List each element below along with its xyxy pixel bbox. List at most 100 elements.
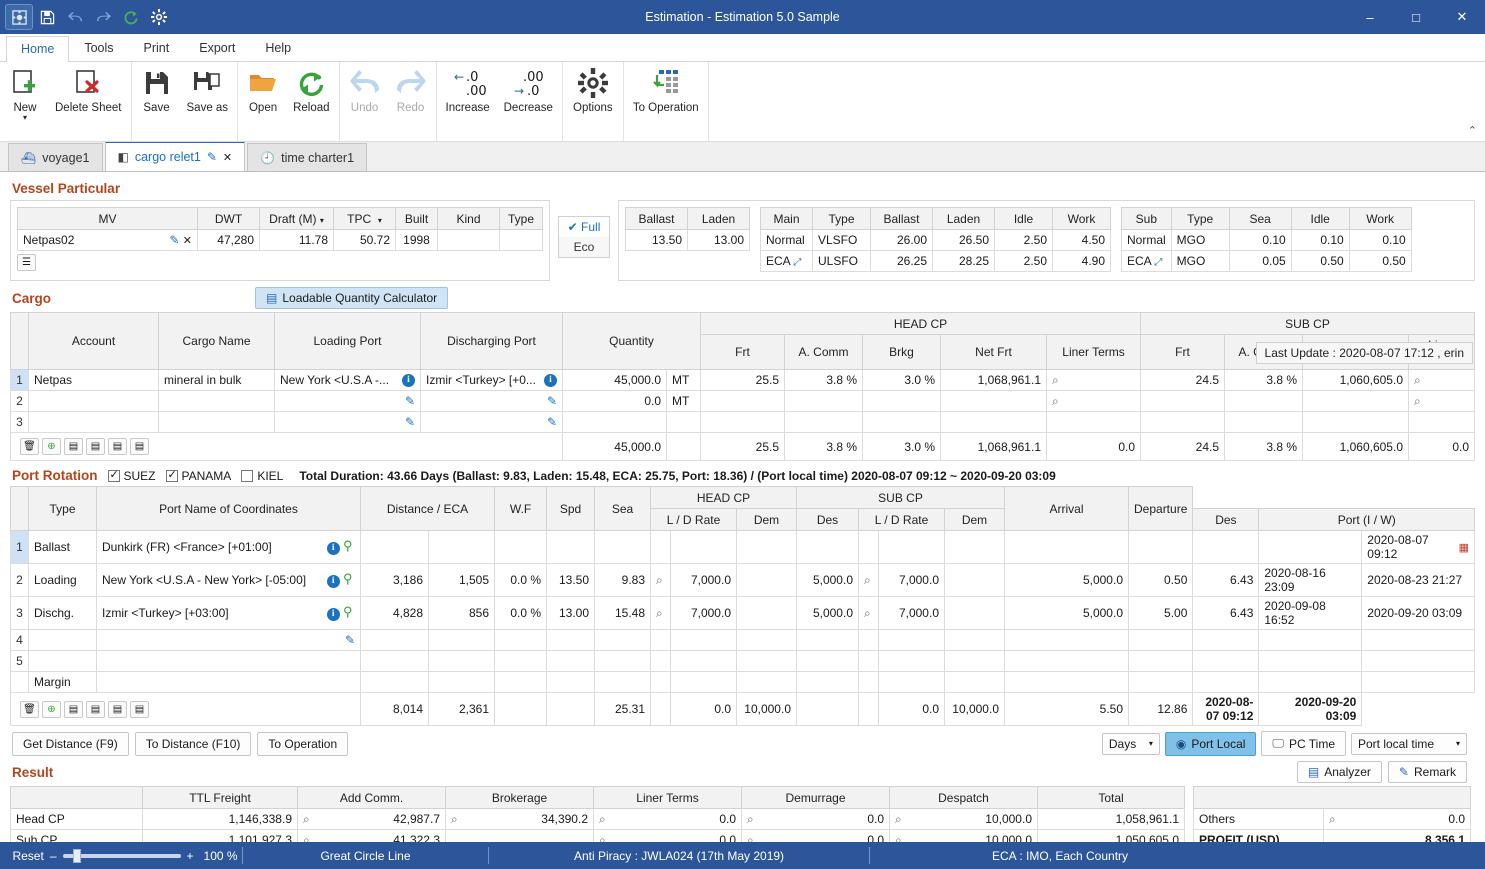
checkbox-panama[interactable]: PANAMA [166,469,232,483]
col-departure[interactable]: Departure [1129,487,1193,531]
vessel-clear-icon[interactable]: ✕ [183,235,192,247]
cargo-sub-netfrt-cell[interactable] [1303,412,1409,433]
search-icon[interactable]: ⌕ [747,812,754,827]
col-built[interactable]: Built [396,208,438,230]
result-liner-terms[interactable]: ⌕0.0 [594,809,742,830]
insert-row-before-icon[interactable]: ▤ [64,701,83,718]
zoom-slider[interactable] [63,854,181,858]
table-row[interactable]: 2 ✎ ✎ 0.0 MT ⌕ ⌕ [11,391,1475,412]
main-normal-ballast[interactable]: 26.00 [871,230,933,251]
table-row[interactable]: 2 Loading New York <U.S.A - New York> [-… [11,564,1475,597]
port-arrival-cell[interactable] [1259,672,1362,693]
sub-normal-type[interactable]: MGO [1171,230,1229,251]
port-distance-cell[interactable]: 3,186 [361,564,429,597]
port-head-ldrate-search[interactable] [651,651,671,672]
map-pin-icon[interactable]: ⚲ [343,539,355,552]
port-work-cell[interactable] [1193,630,1259,651]
menu-item-tools[interactable]: Tools [69,35,128,61]
port-name-cell[interactable] [97,672,361,693]
main-eca-type[interactable]: ULSFO [813,251,871,272]
col-spd[interactable]: Spd [547,487,595,531]
port-distance-cell[interactable] [361,672,429,693]
port-name-cell[interactable] [97,651,361,672]
port-sea-cell[interactable] [595,672,651,693]
port-idle-cell[interactable]: 5.00 [1129,597,1193,630]
cargo-head-acomm-cell[interactable] [785,412,863,433]
cargo-head-frt-cell[interactable] [701,391,785,412]
port-wf-cell[interactable] [495,630,547,651]
unit-select[interactable]: Days ▾ [1102,733,1160,755]
speed-laden-value[interactable]: 13.00 [688,230,750,251]
cargo-sub-acomm-cell[interactable] [1225,412,1303,433]
table-row[interactable]: Head CP 1,146,338.9 ⌕42,987.7 ⌕34,390.2 … [11,809,1185,830]
refresh-icon[interactable] [118,5,144,29]
port-wf-cell[interactable]: 0.0 % [495,564,547,597]
col-head-acomm[interactable]: A. Comm [785,335,863,370]
menu-item-export[interactable]: Export [184,35,250,61]
mode-tab-full[interactable]: ✔ Full [558,216,610,237]
port-head-dem-cell[interactable] [737,564,797,597]
sub-normal-idle[interactable]: 0.10 [1291,230,1349,251]
anti-piracy-label[interactable]: Anti Piracy : JWLA024 (17th May 2019) [489,842,869,869]
main-normal-laden[interactable]: 26.50 [933,230,995,251]
col-head-netfrt[interactable]: Net Frt [941,335,1047,370]
cargo-account-cell[interactable] [29,412,159,433]
cargo-sub-acomm-cell[interactable]: 3.8 % [1225,370,1303,391]
result-despatch[interactable]: ⌕10,000.0 [890,809,1038,830]
ribbon-collapse-icon[interactable]: ⌃ [1468,124,1477,137]
search-icon[interactable]: ⌕ [451,812,458,827]
port-idle-cell[interactable] [1129,531,1193,564]
port-sub-ldrate-cell[interactable] [879,672,945,693]
mode-tab-eco[interactable]: Eco [558,237,610,258]
port-head-ldrate-cell[interactable]: 7,000.0 [671,564,737,597]
col-cargo-account[interactable]: Account [29,313,159,370]
cargo-discharging-port-cell[interactable]: ✎ [421,412,563,433]
port-head-des-cell[interactable]: 5,000.0 [797,564,859,597]
cargo-sub-acomm-cell[interactable] [1225,391,1303,412]
port-sub-dem-cell[interactable] [945,672,1005,693]
port-eca-cell[interactable] [429,672,495,693]
table-row[interactable]: 3 ✎ ✎ [11,412,1475,433]
edit-icon[interactable]: ✎ [405,415,415,429]
port-arrival-cell[interactable] [1259,630,1362,651]
main-eca-work[interactable]: 4.90 [1053,251,1111,272]
port-eca-cell[interactable] [429,630,495,651]
search-icon[interactable]: ⌕ [895,812,902,827]
port-spd-cell[interactable] [547,651,595,672]
undo-icon[interactable] [62,5,88,29]
close-button[interactable]: ✕ [1439,0,1485,34]
port-sub-ldrate-cell[interactable]: 7,000.0 [879,597,945,630]
search-icon[interactable]: ⌕ [864,606,871,621]
port-sub-des-cell[interactable] [1005,630,1129,651]
cargo-discharging-port-cell[interactable]: ✎ [421,391,563,412]
cargo-head-brkg-cell[interactable] [863,412,941,433]
col-wf[interactable]: W.F [495,487,547,531]
col-head-des[interactable]: Des [797,509,859,531]
port-sub-dem-cell[interactable] [945,597,1005,630]
delete-row-icon[interactable]: 🗑 [20,438,39,455]
reset-zoom-button[interactable]: Reset [12,849,43,863]
pc-time-button[interactable]: 🖵 PC Time [1261,731,1346,756]
table-row[interactable]: 3 Dischg. Izmir <Turkey> [+03:00] i ⚲ 4,… [11,597,1475,630]
calendar-icon[interactable]: ▦ [1459,541,1469,554]
port-type-cell[interactable]: Dischg. [29,597,97,630]
port-spd-cell[interactable] [547,672,595,693]
table-row[interactable]: 4 ✎ [11,630,1475,651]
port-margin-row[interactable]: Margin [11,672,1475,693]
col-type[interactable]: Type [500,208,543,230]
zoom-out-icon[interactable]: – [50,849,57,863]
port-arrival-cell[interactable] [1259,531,1362,564]
search-icon[interactable]: ⌕ [1414,394,1421,409]
result-total[interactable]: 1,058,961.1 [1038,809,1185,830]
col-sub-dem[interactable]: Dem [945,509,1005,531]
port-arrival-cell[interactable]: 2020-09-08 16:52 [1259,597,1362,630]
cargo-quantity-cell[interactable] [563,412,667,433]
zoom-in-icon[interactable]: + [187,849,194,863]
search-icon[interactable]: ⌕ [1414,373,1421,388]
table-row[interactable]: 1 Ballast Dunkirk (FR) <France> [+01:00]… [11,531,1475,564]
vessel-draft-cell[interactable]: 11.78 [260,230,334,251]
col-distance-eca[interactable]: Distance / ECA [361,487,495,531]
port-sub-ldrate-cell[interactable] [879,651,945,672]
col-discharging-port[interactable]: Discharging Port [421,313,563,370]
vessel-edit-icon[interactable]: ✎ [169,233,179,247]
